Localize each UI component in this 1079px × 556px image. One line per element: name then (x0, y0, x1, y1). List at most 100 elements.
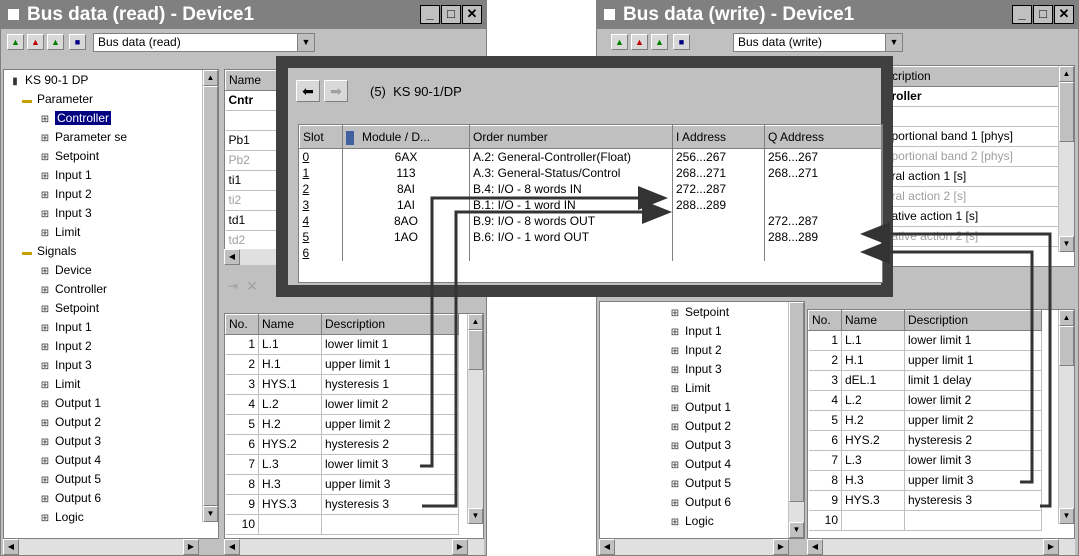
table-row[interactable]: 6 HYS.2 hysteresis 2 (225, 434, 459, 455)
scroll-left-icon[interactable]: ◀ (807, 539, 823, 555)
slot-row[interactable]: 1 113 A.3: General-Status/Control 268...271… (299, 165, 882, 181)
scroll-up-icon[interactable]: ▲ (468, 314, 483, 330)
tree-node[interactable]: ⊞ Limit (38, 224, 81, 242)
close-button[interactable]: ✕ (1054, 5, 1074, 24)
tree-node[interactable]: ⊞ Setpoint (38, 300, 99, 318)
scroll-down-icon[interactable]: ▼ (203, 506, 218, 522)
write-tree-scrollbar[interactable]: ▼ (788, 302, 804, 538)
table-row[interactable]: 4 L.2 lower limit 2 (808, 390, 1042, 411)
scroll-down-icon[interactable]: ▼ (1059, 508, 1074, 524)
tree-node[interactable]: ⊞ Input 3 (668, 361, 722, 379)
table-row[interactable]: portional band 1 [phys] (888, 126, 1060, 147)
slot-row[interactable]: 5 1AO B.6: I/O - 1 word OUT 288...289 (299, 229, 882, 245)
delete-row-icon[interactable]: ✕ (246, 278, 258, 295)
slot-row[interactable]: 0 6AX A.2: General-Controller(Float) 256...… (299, 148, 882, 165)
grid-header-description[interactable]: Description (321, 314, 459, 335)
tree-node[interactable]: ⊞ Parameter se (38, 129, 127, 147)
write-view-select[interactable]: Bus data (write) ▼ (733, 33, 903, 52)
tool-green-icon[interactable]: ▲ (7, 34, 24, 50)
write-signal-scrollbar[interactable]: ▲ ▼ (1058, 310, 1074, 524)
write-upper-scrollbar[interactable]: ▲ ▼ (1058, 66, 1074, 252)
tree-node[interactable]: ⊞ Output 5 (38, 471, 101, 489)
table-row[interactable]: 5 H.2 upper limit 2 (808, 410, 1042, 431)
scroll-down-icon[interactable]: ▼ (1059, 236, 1074, 252)
tool-bus-icon[interactable]: ■ (69, 34, 86, 50)
slot-row[interactable]: 6 (299, 245, 882, 261)
forward-arrow-button[interactable]: ➡ (324, 80, 348, 102)
tree-node[interactable]: ⊞ Output 2 (668, 418, 731, 436)
col-header-module[interactable]: Module / D... (342, 125, 470, 149)
tree-node[interactable]: ⊞ Output 5 (668, 475, 731, 493)
tree-node[interactable]: ⊞ Output 6 (668, 494, 731, 512)
tool-red-icon[interactable]: ▲ (27, 34, 44, 50)
chevron-down-icon[interactable]: ▼ (885, 34, 902, 51)
table-row[interactable]: 1 L.1 lower limit 1 (225, 334, 459, 355)
tree-node[interactable]: ⊞ Output 3 (38, 433, 101, 451)
tool-check-icon[interactable]: ▲ (651, 34, 668, 50)
tree-node[interactable]: ⊞ Input 2 (668, 342, 722, 360)
tree-node[interactable]: ⊞ Input 2 (38, 186, 92, 204)
write-window-titlebar[interactable]: Bus data (write) - Device1 _ □ ✕ (597, 1, 1078, 29)
read-upper-hscrollbar[interactable]: ◀ (224, 249, 280, 265)
write-tree-hscrollbar[interactable]: ◀ ▶ (599, 539, 789, 555)
read-signal-scrollbar[interactable]: ▲ ▼ (467, 314, 483, 524)
table-row[interactable]: 7 L.3 lower limit 3 (808, 450, 1042, 471)
read-window-titlebar[interactable]: Bus data (read) - Device1 _ □ ✕ (1, 1, 486, 29)
table-row[interactable]: ral action 1 [s] (888, 166, 1060, 187)
tool-green-icon[interactable]: ▲ (611, 34, 628, 50)
table-row[interactable]: 5 H.2 upper limit 2 (225, 414, 459, 435)
table-row[interactable]: 10 (225, 514, 459, 535)
insert-row-icon[interactable]: ⇥ (228, 279, 238, 293)
scroll-right-icon[interactable]: ▶ (1043, 539, 1059, 555)
table-row[interactable]: portional band 2 [phys] (888, 146, 1060, 167)
window-system-icon[interactable] (8, 9, 19, 20)
tree-node[interactable]: ⊞ Setpoint (38, 148, 99, 166)
scroll-right-icon[interactable]: ▶ (183, 539, 199, 555)
tree-node[interactable]: ⊞ Output 2 (38, 414, 101, 432)
read-tree-hscrollbar[interactable]: ◀ ▶ (3, 539, 199, 555)
grid-header-description[interactable]: cription (888, 66, 1060, 87)
scroll-left-icon[interactable]: ◀ (3, 539, 19, 555)
table-row[interactable]: 4 L.2 lower limit 2 (225, 394, 459, 415)
scroll-up-icon[interactable]: ▲ (1059, 310, 1074, 326)
close-button[interactable]: ✕ (462, 5, 482, 24)
tree-node[interactable]: ⊞ Limit (38, 376, 81, 394)
scroll-thumb[interactable] (1059, 326, 1074, 366)
tree-node[interactable]: ▮ KS 90-1 DP (8, 72, 88, 90)
maximize-button[interactable]: □ (441, 5, 461, 24)
col-header-order[interactable]: Order number (469, 125, 673, 149)
scroll-left-icon[interactable]: ◀ (224, 539, 240, 555)
scroll-left-icon[interactable]: ◀ (224, 249, 240, 265)
scroll-up-icon[interactable]: ▲ (203, 70, 218, 86)
table-row[interactable]: 8 H.3 upper limit 3 (225, 474, 459, 495)
window-system-icon[interactable] (604, 9, 615, 20)
tree-node[interactable]: ⊞ Output 4 (668, 456, 731, 474)
tree-node[interactable]: ⊞ Limit (668, 380, 711, 398)
col-header-qaddr[interactable]: Q Address (764, 125, 882, 149)
table-row[interactable]: 7 L.3 lower limit 3 (225, 454, 459, 475)
col-header-iaddr[interactable]: I Address (672, 125, 765, 149)
read-view-select[interactable]: Bus data (read) ▼ (93, 33, 315, 52)
scroll-up-icon[interactable]: ▲ (1059, 66, 1074, 82)
table-row[interactable]: 9 HYS.3 hysteresis 3 (225, 494, 459, 515)
scroll-right-icon[interactable]: ▶ (452, 539, 468, 555)
scroll-thumb[interactable] (789, 302, 804, 502)
minimize-button[interactable]: _ (1012, 5, 1032, 24)
tree-node[interactable]: ⊞ Input 1 (38, 167, 92, 185)
grid-header-name[interactable]: Name (258, 314, 322, 335)
back-arrow-button[interactable]: ⬅ (296, 80, 320, 102)
minimize-button[interactable]: _ (420, 5, 440, 24)
tool-check-icon[interactable]: ▲ (47, 34, 64, 50)
tree-node[interactable]: ⊞ Input 3 (38, 357, 92, 375)
scroll-down-icon[interactable]: ▼ (468, 508, 483, 524)
tree-node[interactable]: ⊞ Input 3 (38, 205, 92, 223)
tree-node[interactable]: ⊞ Logic (668, 513, 714, 531)
tree-node[interactable]: ⊞ Output 6 (38, 490, 101, 508)
write-signal-hscrollbar[interactable]: ◀ ▶ (807, 539, 1075, 555)
tree-node[interactable]: ⊞ Output 4 (38, 452, 101, 470)
tree-node[interactable]: ▬ Signals (20, 243, 76, 261)
tree-node[interactable]: ⊞ Input 2 (38, 338, 92, 356)
table-row[interactable]: ral action 2 [s] (888, 186, 1060, 207)
table-row[interactable]: 1 L.1 lower limit 1 (808, 330, 1042, 351)
table-row[interactable]: 6 HYS.2 hysteresis 2 (808, 430, 1042, 451)
